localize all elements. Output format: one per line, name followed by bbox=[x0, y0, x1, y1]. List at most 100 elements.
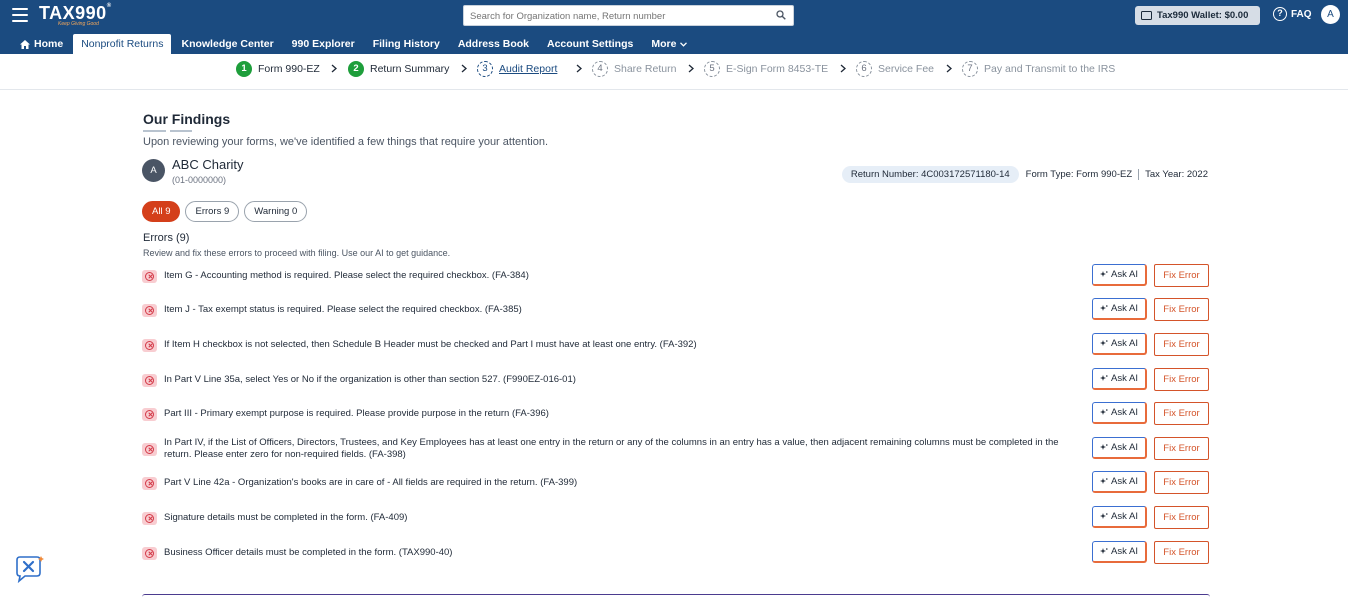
top-header: TAX990® Keep Giving Good Tax990 Wallet: … bbox=[0, 0, 1348, 54]
sparkle-icon bbox=[1100, 270, 1108, 277]
step-esign-8453te[interactable]: 5 E-Sign Form 8453-TE bbox=[704, 61, 828, 77]
ask-ai-button[interactable]: Ask AI bbox=[1092, 402, 1147, 424]
error-icon bbox=[142, 269, 157, 283]
fix-error-button[interactable]: Fix Error bbox=[1154, 264, 1209, 287]
step-number: 7 bbox=[962, 61, 978, 77]
ask-ai-label: Ask AI bbox=[1111, 442, 1138, 453]
step-pay-transmit[interactable]: 7 Pay and Transmit to the IRS bbox=[962, 61, 1115, 77]
filter-all[interactable]: All 9 bbox=[142, 201, 181, 222]
search-box[interactable] bbox=[463, 5, 794, 26]
ask-ai-button[interactable]: Ask AI bbox=[1092, 437, 1147, 459]
error-message: If Item H checkbox is not selected, then… bbox=[164, 339, 697, 350]
chevron-right-icon bbox=[331, 64, 337, 73]
ask-ai-button[interactable]: Ask AI bbox=[1092, 541, 1147, 563]
error-message: Item J - Tax exempt status is required. … bbox=[164, 304, 522, 315]
filter-warnings[interactable]: Warning 0 bbox=[244, 201, 308, 222]
nav-more[interactable]: More bbox=[643, 34, 695, 54]
error-row: Signature details must be completed in t… bbox=[142, 506, 1210, 530]
error-icon bbox=[142, 476, 157, 490]
fix-error-button[interactable]: Fix Error bbox=[1154, 541, 1209, 564]
sparkle-icon bbox=[1100, 374, 1108, 381]
error-message: In Part IV, if the List of Officers, Dir… bbox=[164, 437, 1059, 460]
step-number: 5 bbox=[704, 61, 720, 77]
fix-error-button[interactable]: Fix Error bbox=[1154, 298, 1209, 321]
nav-nonprofit-returns[interactable]: Nonprofit Returns bbox=[73, 34, 172, 54]
ask-ai-label: Ask AI bbox=[1111, 269, 1138, 280]
ask-ai-button[interactable]: Ask AI bbox=[1092, 298, 1147, 320]
title-underline bbox=[170, 130, 192, 132]
title-underline bbox=[143, 130, 166, 132]
nav-account-settings[interactable]: Account Settings bbox=[539, 34, 641, 54]
chevron-right-icon bbox=[688, 64, 694, 73]
step-label: E-Sign Form 8453-TE bbox=[726, 63, 829, 75]
page-title: Our Findings bbox=[143, 111, 231, 127]
ask-ai-label: Ask AI bbox=[1111, 303, 1138, 314]
nav-more-label: More bbox=[651, 38, 677, 50]
step-label: Audit Report bbox=[499, 63, 558, 75]
chevron-right-icon bbox=[946, 64, 952, 73]
return-number-badge: Return Number: 4C003172571180-14 bbox=[841, 166, 1019, 183]
step-label: Share Return bbox=[614, 63, 677, 75]
step-share-return[interactable]: 4 Share Return bbox=[592, 61, 676, 77]
error-message: Business Officer details must be complet… bbox=[164, 547, 453, 558]
nav-address-book[interactable]: Address Book bbox=[450, 34, 537, 54]
error-icon bbox=[142, 303, 157, 317]
search-icon[interactable] bbox=[776, 10, 786, 20]
ask-ai-label: Ask AI bbox=[1111, 511, 1138, 522]
nav-home[interactable]: Home bbox=[12, 34, 71, 54]
error-icon bbox=[142, 442, 157, 456]
nav-filing-history[interactable]: Filing History bbox=[365, 34, 448, 54]
error-row: In Part V Line 35a, select Yes or No if … bbox=[142, 368, 1210, 392]
ask-ai-button[interactable]: Ask AI bbox=[1092, 333, 1147, 355]
ask-ai-label: Ask AI bbox=[1111, 407, 1138, 418]
form-type: Form Type: Form 990-EZ bbox=[1025, 169, 1133, 180]
error-message: Item G - Accounting method is required. … bbox=[164, 270, 529, 281]
wallet-button[interactable]: Tax990 Wallet: $0.00 bbox=[1135, 6, 1260, 25]
fix-error-button[interactable]: Fix Error bbox=[1154, 333, 1209, 356]
error-icon bbox=[142, 373, 157, 387]
error-message: Part V Line 42a - Organization's books a… bbox=[164, 477, 578, 488]
error-icon bbox=[142, 546, 157, 560]
nav-990-explorer[interactable]: 990 Explorer bbox=[284, 34, 363, 54]
fix-error-button[interactable]: Fix Error bbox=[1154, 437, 1209, 460]
wallet-icon bbox=[1141, 11, 1152, 20]
sparkle-icon bbox=[1100, 304, 1108, 311]
filter-errors[interactable]: Errors 9 bbox=[185, 201, 240, 222]
error-row: Item J - Tax exempt status is required. … bbox=[142, 298, 1210, 322]
hamburger-menu-icon[interactable] bbox=[12, 8, 28, 22]
chat-assistant-icon[interactable] bbox=[13, 554, 45, 584]
user-avatar[interactable]: A bbox=[1321, 5, 1340, 24]
error-row: In Part IV, if the List of Officers, Dir… bbox=[142, 437, 1210, 461]
step-number: 3 bbox=[477, 61, 493, 77]
fix-error-button[interactable]: Fix Error bbox=[1154, 506, 1209, 529]
ask-ai-button[interactable]: Ask AI bbox=[1092, 506, 1147, 528]
chevron-right-icon bbox=[461, 64, 467, 73]
ask-ai-button[interactable]: Ask AI bbox=[1092, 471, 1147, 493]
error-message: Part III - Primary exempt purpose is req… bbox=[164, 408, 549, 419]
error-icon bbox=[142, 338, 157, 352]
ask-ai-button[interactable]: Ask AI bbox=[1092, 368, 1147, 390]
step-return-summary[interactable]: 2 Return Summary bbox=[348, 61, 449, 77]
faq-link[interactable]: ? FAQ bbox=[1273, 7, 1312, 21]
error-message: Signature details must be completed in t… bbox=[164, 512, 408, 523]
ask-ai-label: Ask AI bbox=[1111, 338, 1138, 349]
step-audit-report[interactable]: 3 Audit Report bbox=[477, 61, 557, 77]
step-service-fee[interactable]: 6 Service Fee bbox=[856, 61, 934, 77]
search-input[interactable] bbox=[464, 7, 764, 26]
step-number: 6 bbox=[856, 61, 872, 77]
nav-knowledge-center[interactable]: Knowledge Center bbox=[173, 34, 281, 54]
error-message: In Part V Line 35a, select Yes or No if … bbox=[164, 374, 576, 385]
step-form-990ez[interactable]: 1 Form 990-EZ bbox=[236, 61, 320, 77]
fix-error-button[interactable]: Fix Error bbox=[1154, 402, 1209, 425]
divider bbox=[1138, 169, 1140, 180]
chevron-right-icon bbox=[576, 64, 582, 73]
nav-home-label: Home bbox=[34, 38, 64, 50]
ask-ai-button[interactable]: Ask AI bbox=[1092, 264, 1147, 286]
error-row: Business Officer details must be complet… bbox=[142, 541, 1210, 565]
ask-ai-label: Ask AI bbox=[1111, 373, 1138, 384]
fix-error-button[interactable]: Fix Error bbox=[1154, 368, 1209, 391]
error-row: Part V Line 42a - Organization's books a… bbox=[142, 471, 1210, 495]
ask-ai-label: Ask AI bbox=[1111, 546, 1138, 557]
org-ein: (01-0000000) bbox=[172, 175, 227, 185]
fix-error-button[interactable]: Fix Error bbox=[1154, 471, 1209, 494]
